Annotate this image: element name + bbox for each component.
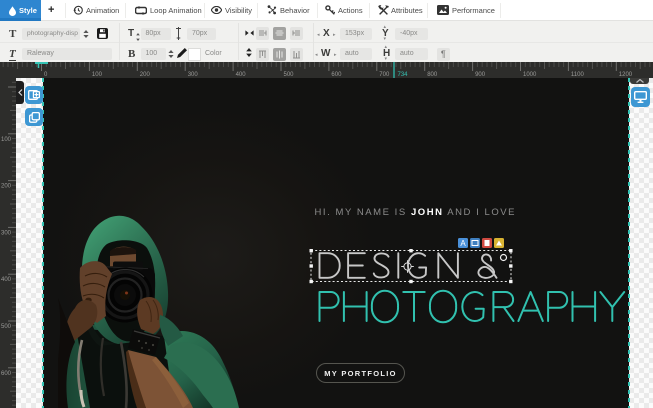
svg-text:500: 500 [1, 324, 12, 330]
svg-text:100: 100 [1, 137, 12, 143]
svg-text:400: 400 [1, 277, 12, 283]
svg-text:600: 600 [1, 371, 12, 377]
svg-text:300: 300 [1, 230, 12, 236]
svg-text:A: A [460, 239, 466, 248]
svg-text:200: 200 [1, 184, 12, 190]
